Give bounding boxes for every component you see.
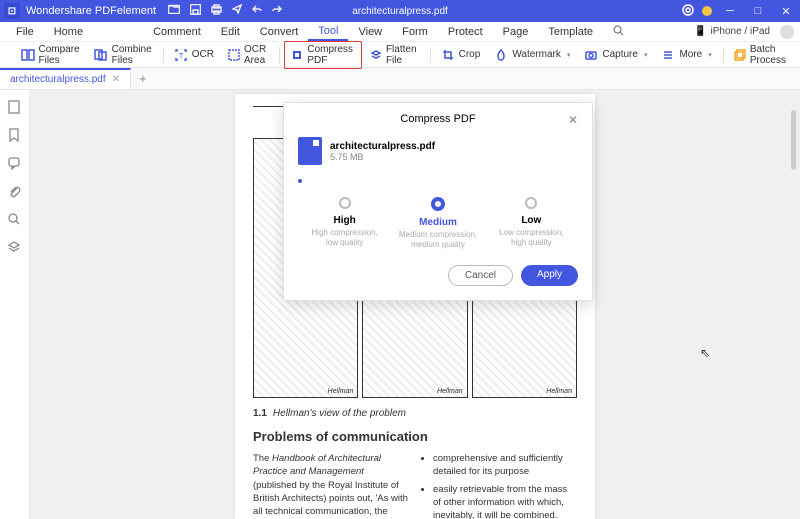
menu-comment[interactable]: Comment (143, 24, 211, 40)
radio-icon (431, 197, 445, 211)
compress-option-low[interactable]: Low Low compression,high quality (485, 197, 578, 249)
close-window-icon[interactable]: ✕ (776, 5, 796, 18)
radio-icon (339, 197, 351, 209)
menu-bar: File Home Comment Edit Convert Tool View… (0, 22, 800, 42)
tab-label: architecturalpress.pdf (10, 74, 106, 85)
title-bar: ⊡ Wondershare PDFelement architecturalpr… (0, 0, 800, 22)
cancel-button[interactable]: Cancel (448, 265, 513, 286)
menu-page[interactable]: Page (493, 24, 539, 40)
menu-edit[interactable]: Edit (211, 24, 250, 40)
compress-pdf-modal: Compress PDF ✕ architecturalpress.pdf 5.… (283, 102, 593, 301)
menu-view[interactable]: View (348, 24, 392, 40)
menu-home[interactable]: Home (44, 24, 93, 40)
device-link[interactable]: 📱 iPhone / iPad (694, 26, 770, 37)
compress-pdf-button[interactable]: Compress PDF (284, 41, 362, 69)
compress-option-high[interactable]: High High compression,low quality (298, 197, 391, 249)
scrollbar-thumb[interactable] (791, 110, 796, 170)
new-tab-button[interactable]: + (131, 71, 155, 86)
menu-tool[interactable]: Tool (308, 23, 348, 41)
tab-bar: architecturalpress.pdf ✕ + (0, 68, 800, 90)
search-icon[interactable] (603, 23, 634, 41)
svg-text:T: T (179, 53, 184, 60)
section-heading: Problems of communication (253, 429, 577, 444)
radio-icon (525, 197, 537, 209)
apply-button[interactable]: Apply (521, 265, 578, 286)
watermark-button[interactable]: Watermark▾ (488, 46, 576, 64)
modal-title: Compress PDF (400, 113, 475, 125)
app-logo-icon: ⊡ (4, 3, 20, 19)
tab-close-icon[interactable]: ✕ (112, 74, 120, 85)
batch-process-button[interactable]: Batch Process (728, 42, 794, 68)
ocr-button[interactable]: TOCR (168, 46, 220, 64)
bookmark-icon[interactable] (7, 128, 23, 144)
pdf-file-icon (298, 137, 322, 165)
ocr-area-button[interactable]: OCR Area (222, 42, 274, 68)
save-icon[interactable] (190, 4, 201, 18)
menu-convert[interactable]: Convert (250, 24, 309, 40)
document-canvas[interactable]: The structure of information 1.1Hellman'… (30, 90, 800, 519)
compare-files-button[interactable]: Compare Files (15, 42, 86, 68)
print-icon[interactable] (211, 4, 222, 18)
menu-protect[interactable]: Protect (438, 24, 493, 40)
maximize-icon[interactable]: □ (748, 5, 768, 17)
redo-icon[interactable] (272, 4, 282, 18)
cursor-icon: ⇖ (700, 346, 710, 360)
menu-form[interactable]: Form (392, 24, 438, 40)
menu-template[interactable]: Template (538, 24, 603, 40)
status-dot-icon (702, 6, 712, 16)
minimize-icon[interactable]: ─ (720, 5, 740, 17)
menu-file[interactable]: File (6, 24, 44, 40)
flatten-file-button[interactable]: Flatten File (364, 42, 425, 68)
more-button[interactable]: More▾ (655, 46, 717, 64)
sidebar (0, 90, 30, 519)
annotations-icon[interactable] (7, 156, 23, 172)
document-tab[interactable]: architecturalpress.pdf ✕ (0, 68, 131, 89)
capture-button[interactable]: Capture▾ (578, 46, 653, 64)
body-columns: The Handbook of Architectural Practice a… (253, 452, 577, 519)
search-side-icon[interactable] (7, 212, 23, 228)
modal-filename: architecturalpress.pdf (330, 141, 435, 152)
compress-option-medium[interactable]: Medium Medium compression,medium quality (391, 197, 484, 249)
crop-button[interactable]: Crop (435, 46, 487, 64)
modal-filesize: 5.75 MB (330, 152, 435, 162)
main-area: The structure of information 1.1Hellman'… (0, 90, 800, 519)
settings-icon[interactable] (682, 4, 694, 19)
combine-files-button[interactable]: Combine Files (88, 42, 158, 68)
layers-icon[interactable] (7, 240, 23, 256)
folder-icon[interactable] (168, 4, 180, 18)
share-icon[interactable] (232, 4, 242, 18)
thumbnail-icon[interactable] (7, 100, 23, 116)
undo-icon[interactable] (252, 4, 262, 18)
toolbar: Compare Files Combine Files TOCR OCR Are… (0, 42, 800, 68)
document-title: architecturalpress.pdf (352, 6, 448, 17)
app-name: Wondershare PDFelement (26, 5, 156, 17)
avatar-icon[interactable] (780, 25, 794, 39)
figure-caption: 1.1Hellman's view of the problem (253, 408, 577, 419)
attachment-icon[interactable] (7, 184, 23, 200)
modal-close-icon[interactable]: ✕ (568, 113, 578, 127)
